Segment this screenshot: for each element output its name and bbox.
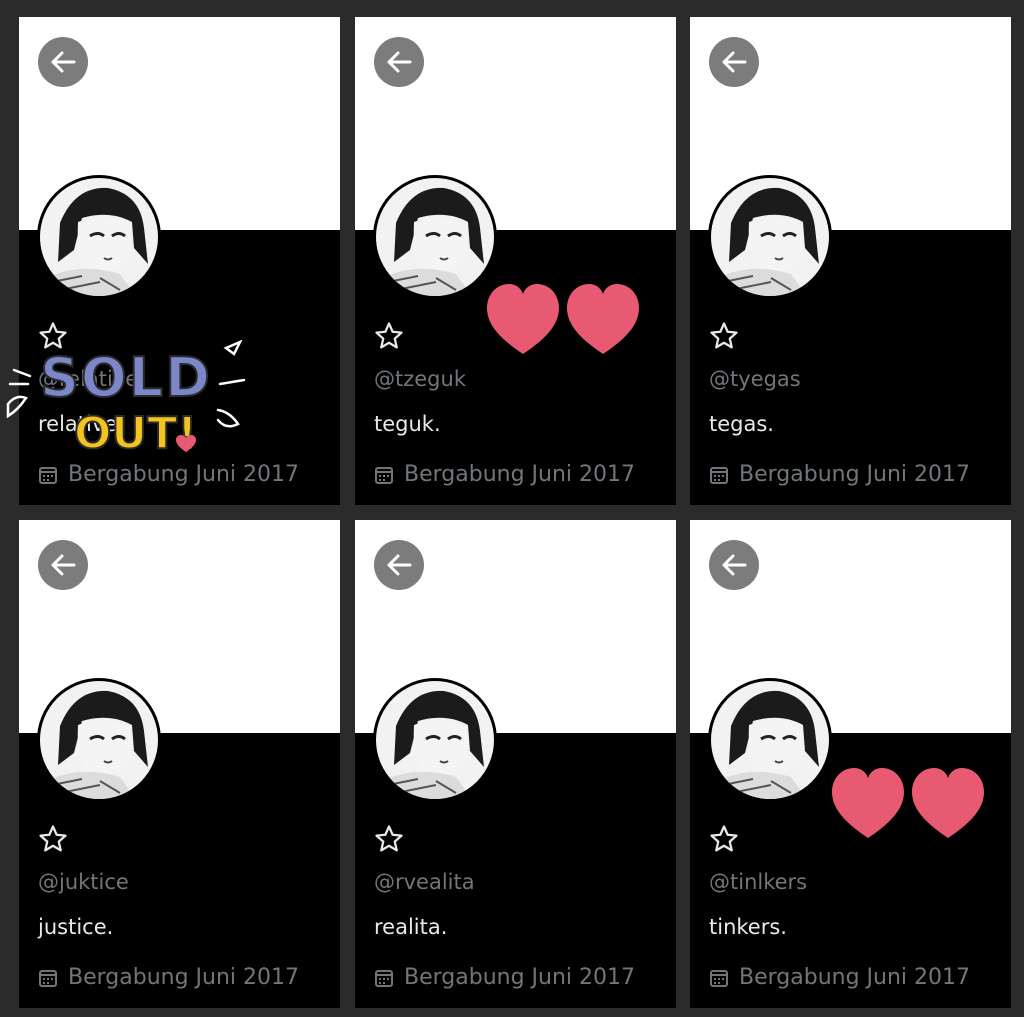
avatar[interactable] (373, 678, 497, 802)
profile-name: tegas. (709, 412, 774, 436)
avatar[interactable] (373, 175, 497, 299)
profile-name: realita. (374, 915, 448, 939)
profile-handle: @tinlkers (709, 870, 808, 894)
join-date: Bergabung Juni 2017 (38, 462, 299, 487)
join-date: Bergabung Juni 2017 (374, 965, 635, 990)
join-date-text: Bergabung Juni 2017 (739, 462, 971, 487)
heart-icon (832, 768, 904, 838)
back-button[interactable] (38, 540, 88, 590)
calendar-icon (710, 466, 728, 484)
back-button[interactable] (38, 37, 88, 87)
join-date-text: Bergabung Juni 2017 (404, 462, 636, 487)
profile-handle: @tzeguk (374, 367, 466, 391)
back-button[interactable] (374, 37, 424, 87)
heart-icon (487, 284, 559, 354)
join-date: Bergabung Juni 2017 (38, 965, 299, 990)
join-date-text: Bergabung Juni 2017 (68, 462, 300, 487)
calendar-icon (375, 466, 393, 484)
profile-card: @tzeguk teguk. Bergabung Juni 2017 (355, 17, 676, 505)
calendar-icon (375, 969, 393, 987)
join-date-text: Bergabung Juni 2017 (404, 965, 636, 990)
avatar[interactable] (37, 175, 161, 299)
profile-name: tinkers. (709, 915, 787, 939)
sold-text: SOLD (40, 346, 212, 409)
profile-handle: @tyegas (709, 367, 801, 391)
join-date: Bergabung Juni 2017 (374, 462, 635, 487)
star-outline-icon[interactable] (38, 824, 68, 854)
join-date-text: Bergabung Juni 2017 (739, 965, 971, 990)
back-button[interactable] (709, 37, 759, 87)
profile-card: @tyegas tegas. Bergabung Juni 2017 (690, 17, 1011, 505)
back-arrow-icon (722, 51, 747, 73)
profile-card: @juktice justice. Bergabung Juni 2017 (19, 520, 340, 1008)
back-button[interactable] (709, 540, 759, 590)
join-date-text: Bergabung Juni 2017 (68, 965, 300, 990)
profile-name: teguk. (374, 412, 441, 436)
back-arrow-icon (387, 51, 412, 73)
sold-out-sticker: SOLD OUT! (6, 340, 246, 460)
profile-name: justice. (38, 915, 114, 939)
calendar-icon (39, 466, 57, 484)
back-arrow-icon (722, 554, 747, 576)
back-arrow-icon (51, 51, 76, 73)
join-date: Bergabung Juni 2017 (709, 965, 970, 990)
back-arrow-icon (51, 554, 76, 576)
profile-card: @rvealita realita. Bergabung Juni 2017 (355, 520, 676, 1008)
star-outline-icon[interactable] (374, 824, 404, 854)
avatar[interactable] (708, 678, 832, 802)
profile-handle: @juktice (38, 870, 129, 894)
heart-icon (567, 284, 639, 354)
heart-icon (912, 768, 984, 838)
star-outline-icon[interactable] (709, 824, 739, 854)
star-outline-icon[interactable] (374, 321, 404, 351)
profile-grid: @relative relative. Bergabung Juni 2017 … (0, 0, 1024, 1017)
calendar-icon (710, 969, 728, 987)
hearts-sticker (832, 768, 984, 838)
hearts-sticker (487, 284, 639, 354)
calendar-icon (39, 969, 57, 987)
back-arrow-icon (387, 554, 412, 576)
out-text: OUT! (74, 408, 197, 459)
avatar[interactable] (708, 175, 832, 299)
join-date: Bergabung Juni 2017 (709, 462, 970, 487)
star-outline-icon[interactable] (709, 321, 739, 351)
back-button[interactable] (374, 540, 424, 590)
profile-card: @tinlkers tinkers. Bergabung Juni 2017 (690, 520, 1011, 1008)
profile-handle: @rvealita (374, 870, 475, 894)
avatar[interactable] (37, 678, 161, 802)
